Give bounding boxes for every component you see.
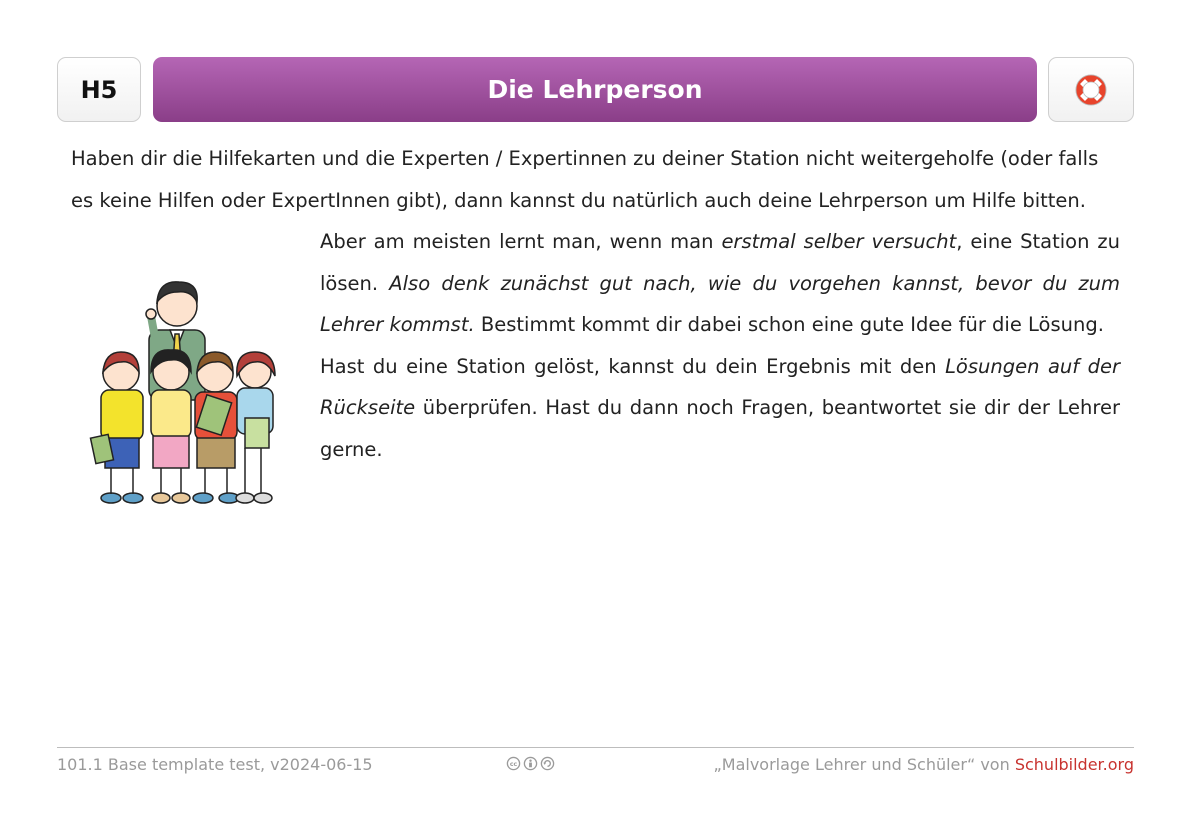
text-span: Hast du eine Station gelöst, kannst du d…	[320, 354, 946, 378]
title-bar: Die Lehrperson	[153, 57, 1037, 122]
main-paragraph: Aber am meisten lernt man, wenn man erst…	[320, 221, 1120, 470]
footer-divider	[57, 747, 1134, 748]
intro-paragraph: Haben dir die Hilfekarten und die Expert…	[71, 147, 1099, 212]
svg-text:cc: cc	[510, 761, 518, 768]
station-code: H5	[80, 75, 118, 104]
emphasis-span: erstmal selber versucht	[721, 230, 957, 253]
paragraph-1: Aber am meisten lernt man, wenn man erst…	[320, 221, 1120, 346]
lifebuoy-icon	[1075, 74, 1107, 105]
schulbilder-link[interactable]: Schulbilder.org	[1015, 755, 1134, 774]
station-code-box: H5	[57, 57, 141, 122]
teacher-students-illustration	[85, 268, 285, 513]
text-span: überprüfen. Hast du dann noch Fragen, be…	[320, 396, 1120, 461]
sa-icon	[540, 756, 555, 771]
license-icons: cc	[506, 756, 555, 771]
attribution-text: „Malvorlage Lehrer und Schüler“ von	[713, 755, 1015, 774]
page-title: Die Lehrperson	[487, 75, 703, 104]
footer-attribution: „Malvorlage Lehrer und Schüler“ von Schu…	[713, 755, 1134, 774]
help-box[interactable]	[1048, 57, 1134, 122]
by-icon	[523, 756, 538, 771]
paragraph-2: Hast du eine Station gelöst, kannst du d…	[320, 346, 1120, 471]
footer-version: 101.1 Base template test, v2024-06-15	[57, 755, 373, 774]
cc-icon: cc	[506, 756, 521, 771]
text-span: Bestimmt kommt dir dabei schon eine gute…	[474, 313, 1104, 336]
text-span: Aber am meisten lernt man, wenn man	[320, 230, 722, 253]
